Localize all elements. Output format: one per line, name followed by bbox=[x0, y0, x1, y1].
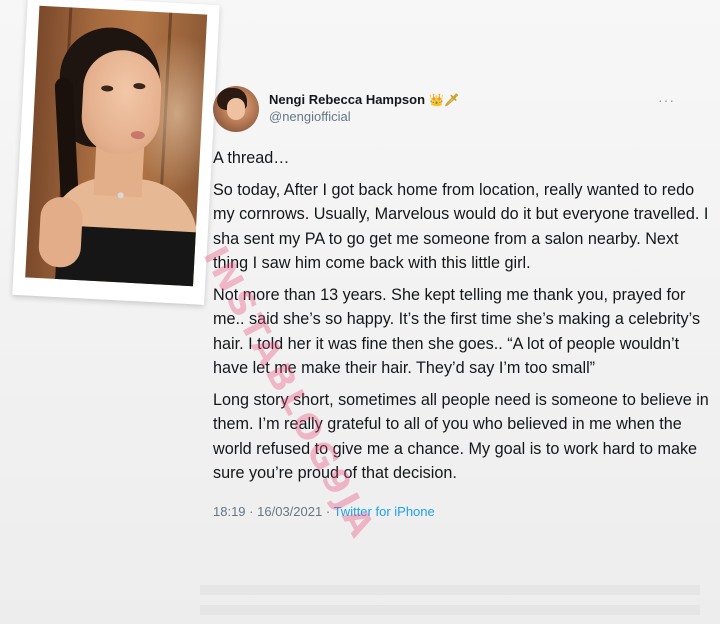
display-name-row[interactable]: Nengi Rebecca Hampson 👑🗡 bbox=[269, 92, 459, 107]
crown-sword-emoji-icon: 👑🗡 bbox=[429, 92, 460, 107]
tweet-text: A thread… So today, After I got back hom… bbox=[213, 146, 713, 486]
selfie-image bbox=[25, 5, 208, 287]
tweet-date[interactable]: 16/03/2021 bbox=[257, 504, 322, 519]
tweet-paragraph: Long story short, sometimes all people n… bbox=[213, 390, 709, 483]
tweet-source-link[interactable]: Twitter for iPhone bbox=[334, 504, 435, 519]
polaroid-photo bbox=[12, 0, 220, 305]
tweet-header: Nengi Rebecca Hampson 👑🗡 @nengiofficial … bbox=[213, 84, 683, 136]
avatar[interactable] bbox=[213, 86, 259, 132]
hand bbox=[37, 196, 84, 269]
tweet-time[interactable]: 18:19 bbox=[213, 504, 246, 519]
tweet-card: Nengi Rebecca Hampson 👑🗡 @nengiofficial … bbox=[213, 84, 709, 519]
eye-left bbox=[101, 85, 114, 92]
author-names: Nengi Rebecca Hampson 👑🗡 @nengiofficial bbox=[269, 92, 459, 124]
tweet-paragraph: Not more than 13 years. She kept telling… bbox=[213, 285, 701, 378]
tweet-paragraph: So today, After I got back home from loc… bbox=[213, 180, 709, 273]
avatar-face bbox=[227, 98, 245, 120]
bleed-through-text bbox=[200, 575, 700, 620]
more-icon[interactable]: ··· bbox=[658, 92, 675, 108]
meta-separator: · bbox=[325, 503, 331, 519]
face bbox=[79, 48, 164, 157]
eye-right bbox=[133, 82, 146, 90]
tweet-meta: 18:19 · 16/03/2021 · Twitter for iPhone bbox=[213, 504, 683, 519]
handle[interactable]: @nengiofficial bbox=[269, 109, 459, 124]
meta-separator: · bbox=[249, 503, 254, 519]
display-name[interactable]: Nengi Rebecca Hampson bbox=[269, 92, 425, 107]
tweet-paragraph: A thread… bbox=[213, 149, 290, 167]
